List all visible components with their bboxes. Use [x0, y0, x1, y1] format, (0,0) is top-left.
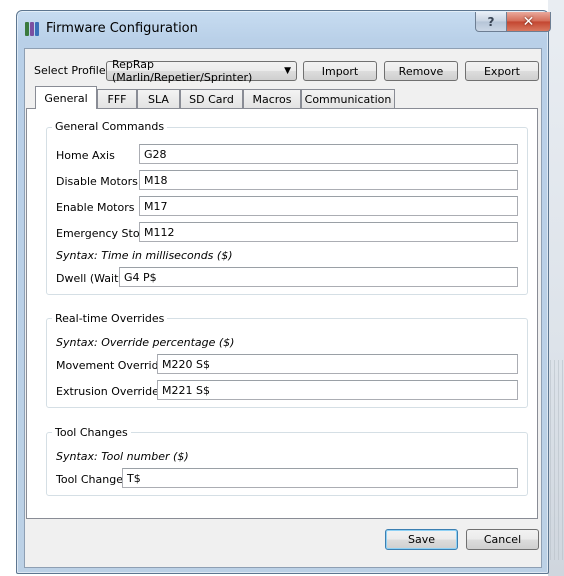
- extrusion-override-label: Extrusion Override: [56, 385, 159, 398]
- realtime-overrides-title: Real-time Overrides: [52, 312, 168, 325]
- enable-motors-input[interactable]: M17: [139, 196, 518, 216]
- override-syntax-hint: Syntax: Override percentage ($): [56, 336, 235, 349]
- window-title: Firmware Configuration: [46, 21, 198, 36]
- close-icon: ✕: [522, 13, 535, 30]
- help-icon: ?: [487, 14, 495, 29]
- title-bar[interactable]: Firmware Configuration ? ✕: [17, 11, 551, 41]
- tool-syntax-hint: Syntax: Tool number ($): [56, 450, 189, 463]
- extrusion-override-input[interactable]: M221 S$: [157, 380, 518, 400]
- movement-override-label: Movement Override: [56, 359, 166, 372]
- enable-motors-label: Enable Motors: [56, 201, 135, 214]
- close-button[interactable]: ✕: [506, 12, 551, 32]
- tab-panel-general: General Commands Home Axis G28 Disable M…: [26, 108, 538, 519]
- profile-select-value: RepRap (Marlin/Repetier/Sprinter): [112, 58, 253, 84]
- dwell-label: Dwell (Wait): [56, 272, 123, 285]
- import-button[interactable]: Import: [303, 61, 377, 81]
- tool-changes-title: Tool Changes: [52, 426, 131, 439]
- dwell-input[interactable]: G4 P$: [119, 267, 518, 287]
- general-commands-title: General Commands: [52, 120, 168, 133]
- export-button[interactable]: Export: [465, 61, 539, 81]
- chevron-down-icon: ▼: [284, 66, 291, 76]
- home-axis-label: Home Axis: [56, 149, 115, 162]
- home-axis-input[interactable]: G28: [139, 144, 518, 164]
- remove-button[interactable]: Remove: [384, 61, 458, 81]
- cancel-button[interactable]: Cancel: [466, 529, 539, 550]
- tool-change-input[interactable]: T$: [122, 468, 518, 488]
- tab-general[interactable]: General: [35, 86, 97, 109]
- help-button[interactable]: ?: [475, 12, 507, 32]
- app-icon: [25, 22, 39, 36]
- tool-change-label: Tool Change: [56, 473, 123, 486]
- dwell-syntax-hint: Syntax: Time in milliseconds ($): [56, 249, 233, 262]
- tab-communication[interactable]: Communication: [301, 89, 395, 108]
- tab-sd-card[interactable]: SD Card: [180, 89, 243, 108]
- disable-motors-input[interactable]: M18: [139, 170, 518, 190]
- movement-override-input[interactable]: M220 S$: [157, 354, 518, 374]
- select-profile-label: Select Profile:: [34, 64, 110, 77]
- disable-motors-label: Disable Motors: [56, 175, 138, 188]
- save-button[interactable]: Save: [385, 529, 458, 550]
- profile-select[interactable]: RepRap (Marlin/Repetier/Sprinter) ▼: [106, 58, 297, 84]
- desktop-background-pattern: [550, 360, 564, 560]
- tab-macros[interactable]: Macros: [243, 89, 301, 108]
- emergency-stop-input[interactable]: M112: [139, 222, 518, 242]
- tab-sla[interactable]: SLA: [137, 89, 180, 108]
- tab-fff[interactable]: FFF: [97, 89, 137, 108]
- emergency-stop-label: Emergency Stop: [56, 227, 147, 240]
